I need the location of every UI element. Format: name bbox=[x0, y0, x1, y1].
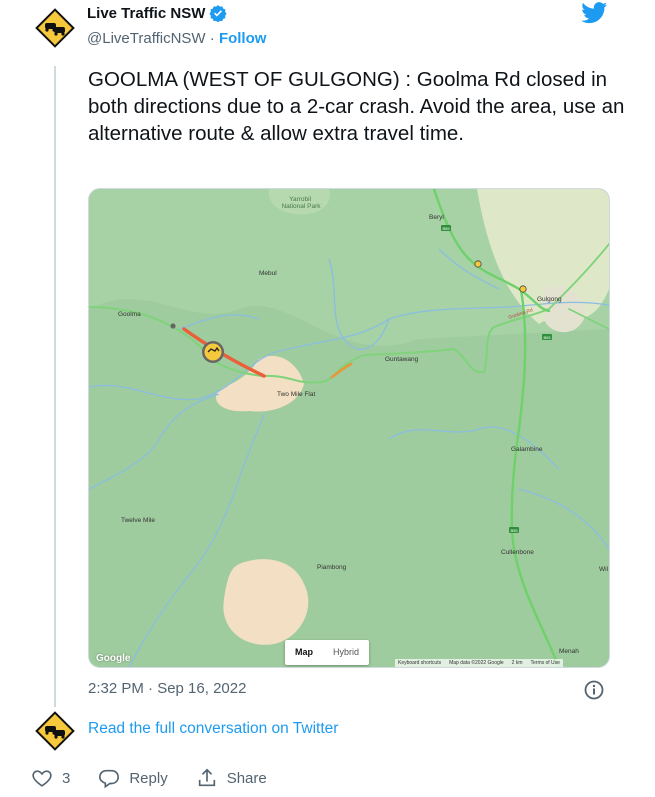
info-icon[interactable] bbox=[583, 679, 605, 706]
label-piambong: Piambong bbox=[317, 564, 347, 571]
google-logo[interactable]: Google bbox=[96, 653, 130, 664]
like-count: 3 bbox=[62, 769, 71, 787]
reply-icon bbox=[99, 769, 120, 789]
road-marker bbox=[474, 260, 482, 268]
like-button[interactable]: 3 bbox=[31, 767, 70, 789]
map-card[interactable]: B55 B55 B55 Yarrobil National Park Beryl… bbox=[88, 188, 610, 668]
tweet-timestamp[interactable]: 2:32 PM · Sep 16, 2022 bbox=[88, 680, 246, 697]
label-goolma: Goolma bbox=[118, 311, 141, 318]
author-handle-row: @LiveTrafficNSW · Follow bbox=[87, 30, 266, 47]
map-type-toggle: Map Hybrid bbox=[285, 640, 370, 665]
separator: · bbox=[209, 30, 215, 47]
twitter-logo-icon[interactable] bbox=[581, 2, 608, 29]
author-display-name[interactable]: Live Traffic NSW bbox=[87, 5, 205, 22]
avatar[interactable] bbox=[31, 4, 79, 52]
incident-marker-icon bbox=[202, 341, 224, 363]
route-shield-b55: B55 bbox=[441, 225, 451, 231]
label-guntawang: Guntawang bbox=[385, 356, 419, 363]
label-cullenbone: Cullenbone bbox=[501, 549, 534, 556]
label-gulgong: Gulgong bbox=[537, 296, 562, 303]
svg-text:B55: B55 bbox=[543, 335, 551, 340]
tweet-actions: 3 Reply Share bbox=[31, 767, 295, 789]
avatar[interactable] bbox=[31, 707, 79, 755]
svg-text:B55: B55 bbox=[442, 226, 450, 231]
label-twelve-mile: Twelve Mile bbox=[121, 517, 155, 524]
heart-icon bbox=[32, 770, 52, 787]
reply-label: Reply bbox=[129, 769, 168, 787]
map-button[interactable]: Map bbox=[285, 640, 323, 665]
map-footer: Keyboard shortcuts Map data ©2022 Google… bbox=[395, 659, 563, 667]
terms-link[interactable]: Terms of Use bbox=[531, 659, 560, 667]
label-galambine: Galambine bbox=[511, 446, 543, 453]
share-button[interactable]: Share bbox=[196, 767, 267, 789]
map-data-text: Map data ©2022 Google bbox=[449, 660, 504, 666]
read-conversation-link[interactable]: Read the full conversation on Twitter bbox=[88, 720, 338, 738]
traffic-jam-sign-icon bbox=[35, 711, 75, 751]
urban-area bbox=[223, 559, 309, 645]
share-icon bbox=[198, 768, 215, 787]
thread-line bbox=[54, 66, 56, 708]
author-handle[interactable]: @LiveTrafficNSW bbox=[87, 30, 206, 47]
label-menah: Menah bbox=[559, 648, 579, 655]
map-canvas[interactable]: B55 B55 B55 Yarrobil National Park Beryl… bbox=[89, 189, 609, 667]
road-marker bbox=[519, 285, 527, 293]
traffic-jam-sign-icon bbox=[35, 8, 75, 48]
label-two-mile-flat: Two Mile Flat bbox=[277, 391, 315, 398]
tweet-text: GOOLMA (WEST OF GULGONG) : Goolma Rd clo… bbox=[88, 68, 631, 145]
label-wi: Wil bbox=[599, 566, 609, 573]
map-scale: 2 km bbox=[511, 660, 523, 666]
share-label: Share bbox=[226, 769, 267, 787]
verified-badge-icon bbox=[209, 5, 227, 22]
svg-text:B55: B55 bbox=[510, 528, 518, 533]
follow-button[interactable]: Follow bbox=[219, 30, 267, 47]
hybrid-button[interactable]: Hybrid bbox=[323, 640, 369, 665]
route-shield-b55: B55 bbox=[509, 527, 519, 533]
route-shield-b55: B55 bbox=[542, 334, 552, 340]
label-beryl: Beryl bbox=[429, 214, 444, 221]
author-name-row: Live Traffic NSW bbox=[87, 4, 227, 22]
keyboard-shortcuts-link[interactable]: Keyboard shortcuts bbox=[398, 659, 441, 667]
label-mebul: Mebul bbox=[259, 270, 277, 277]
reply-button[interactable]: Reply bbox=[98, 767, 168, 789]
goolma-pin bbox=[170, 323, 176, 329]
